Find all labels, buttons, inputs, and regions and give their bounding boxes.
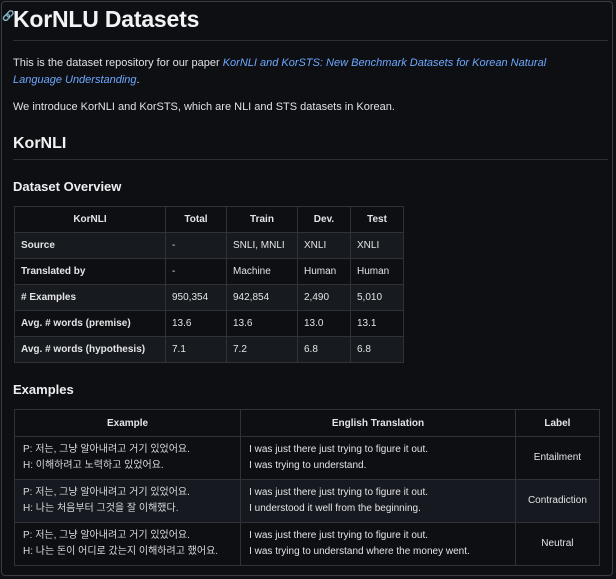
overview-cell: 13.6 (165, 310, 227, 337)
overview-row: Translated by - Machine Human Human (14, 258, 404, 285)
overview-cell: Human (350, 258, 404, 285)
translation-hypothesis: I was trying to understand where the mon… (249, 546, 470, 557)
example-korean-cell: P: 저는, 그냥 알아내려고 거기 있었어요. H: 나는 처음부터 그것을 … (13, 479, 242, 523)
overview-cell: # Examples (14, 284, 166, 311)
overview-cell: Human (297, 258, 351, 285)
overview-cell: XNLI (350, 232, 404, 259)
overview-cell: 942,854 (226, 284, 298, 311)
examples-header-cell: English Translation (240, 409, 516, 437)
examples-title: Examples (13, 382, 74, 397)
overview-cell: 950,354 (165, 284, 227, 311)
overview-cell: 2,490 (297, 284, 351, 311)
example-label: Entailment (514, 436, 601, 480)
overview-row: Source - SNLI, MNLI XNLI XNLI (14, 232, 404, 259)
example-hypothesis: H: 나는 처음부터 그것을 잘 이해했다. (23, 503, 179, 514)
examples-header-cell: Label (514, 409, 601, 437)
overview-row: Avg. # words (premise) 13.6 13.6 13.0 13… (14, 310, 404, 337)
overview-cell: Avg. # words (hypothesis) (14, 336, 166, 363)
example-english-cell: I was just there just trying to figure i… (240, 479, 516, 523)
translation-premise: I was just there just trying to figure i… (249, 444, 429, 455)
example-korean-cell: P: 저는, 그냥 알아내려고 거기 있었어요. H: 이해하려고 노력하고 있… (13, 436, 242, 480)
overview-table: KorNLI Total Train Dev. Test Source - SN… (14, 206, 404, 363)
overview-cell: Machine (226, 258, 298, 285)
overview-cell: Source (14, 232, 166, 259)
intro-prefix: This is the dataset repository for our p… (13, 57, 223, 69)
example-label: Contradiction (514, 479, 601, 523)
overview-header-cell: KorNLI (14, 206, 166, 233)
overview-cell: 13.1 (350, 310, 404, 337)
translation-hypothesis: I was trying to understand. (249, 460, 367, 471)
overview-cell: XNLI (297, 232, 351, 259)
example-english-cell: I was just there just trying to figure i… (240, 436, 516, 480)
overview-cell: SNLI, MNLI (226, 232, 298, 259)
example-english-cell: I was just there just trying to figure i… (240, 522, 516, 566)
examples-row: P: 저는, 그냥 알아내려고 거기 있었어요. H: 나는 돈이 어디로 갔는… (13, 522, 601, 566)
intro-paragraph: This is the dataset repository for our p… (13, 55, 593, 89)
anchor-link-icon[interactable]: 🔗 (2, 12, 14, 22)
examples-table: Example English Translation Label P: 저는,… (13, 409, 601, 566)
overview-header-cell: Dev. (297, 206, 351, 233)
overview-row: # Examples 950,354 942,854 2,490 5,010 (14, 284, 404, 311)
overview-cell: - (165, 258, 227, 285)
overview-header-cell: Train (226, 206, 298, 233)
translation-premise: I was just there just trying to figure i… (249, 487, 429, 498)
overview-cell: 13.0 (297, 310, 351, 337)
overview-cell: 5,010 (350, 284, 404, 311)
example-premise: P: 저는, 그냥 알아내려고 거기 있었어요. (23, 444, 190, 455)
example-hypothesis: H: 이해하려고 노력하고 있었어요. (23, 460, 164, 471)
example-premise: P: 저는, 그냥 알아내려고 거기 있었어요. (23, 487, 190, 498)
examples-row: P: 저는, 그냥 알아내려고 거기 있었어요. H: 나는 처음부터 그것을 … (13, 479, 601, 523)
overview-title: Dataset Overview (13, 179, 122, 194)
title-divider (13, 40, 608, 41)
overview-cell: Translated by (14, 258, 166, 285)
overview-cell: 7.1 (165, 336, 227, 363)
intro-suffix: . (136, 74, 140, 86)
overview-cell: Avg. # words (premise) (14, 310, 166, 337)
examples-row: P: 저는, 그냥 알아내려고 거기 있었어요. H: 이해하려고 노력하고 있… (13, 436, 601, 480)
example-label: Neutral (514, 522, 601, 566)
intro-paragraph-2: We introduce KorNLI and KorSTS, which ar… (13, 101, 395, 113)
overview-cell: - (165, 232, 227, 259)
overview-cell: 7.2 (226, 336, 298, 363)
overview-header-row: KorNLI Total Train Dev. Test (14, 206, 404, 233)
examples-header-cell: Example (13, 409, 242, 437)
translation-premise: I was just there just trying to figure i… (249, 530, 429, 541)
overview-header-cell: Test (350, 206, 404, 233)
translation-hypothesis: I understood it well from the beginning. (249, 503, 421, 514)
overview-cell: 6.8 (297, 336, 351, 363)
overview-cell: 13.6 (226, 310, 298, 337)
examples-header-row: Example English Translation Label (13, 409, 601, 437)
section-title-kornli: KorNLI (13, 135, 67, 152)
section-divider (13, 159, 608, 160)
example-hypothesis: H: 나는 돈이 어디로 갔는지 이해하려고 했어요. (23, 546, 219, 557)
overview-header-cell: Total (165, 206, 227, 233)
example-korean-cell: P: 저는, 그냥 알아내려고 거기 있었어요. H: 나는 돈이 어디로 갔는… (13, 522, 242, 566)
overview-cell: 6.8 (350, 336, 404, 363)
example-premise: P: 저는, 그냥 알아내려고 거기 있었어요. (23, 530, 190, 541)
page-title: KorNLU Datasets (13, 6, 200, 32)
overview-row: Avg. # words (hypothesis) 7.1 7.2 6.8 6.… (14, 336, 404, 363)
